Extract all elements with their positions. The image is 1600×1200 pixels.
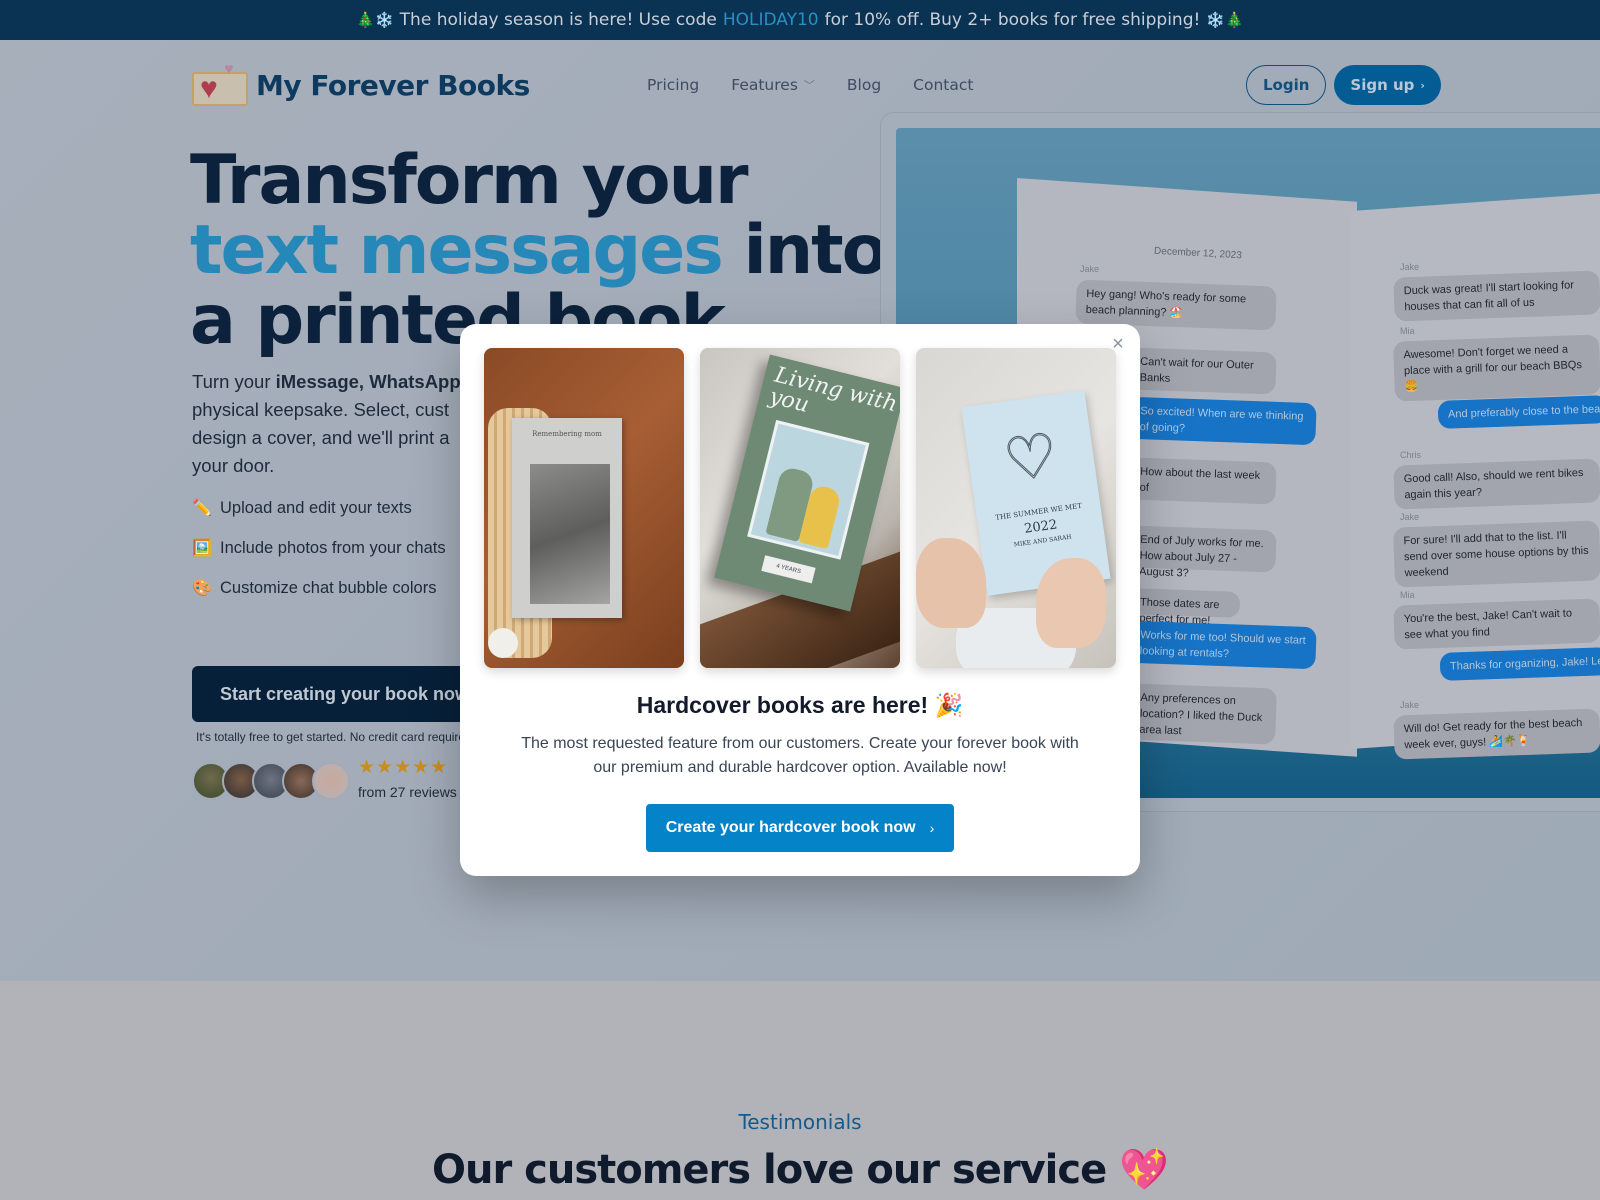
reviews-count: from 27 reviews bbox=[358, 784, 457, 800]
main-nav: Pricing Features ﹀ Blog Contact bbox=[647, 76, 973, 94]
chevron-right-icon: › bbox=[1420, 78, 1425, 92]
chat-bubble-text: Any preferences on location? I liked the… bbox=[1139, 691, 1263, 738]
chat-sender: Chris bbox=[1400, 450, 1422, 460]
feature-label: Upload and edit your texts bbox=[220, 498, 412, 517]
chat-sender: Jake bbox=[1400, 512, 1420, 522]
pencil-icon: ✏️ bbox=[192, 500, 212, 517]
chat-bubble-outgoing: So excited! When are we thinking of goin… bbox=[1129, 396, 1317, 446]
chat-bubble-text: So excited! When are we thinking of goin… bbox=[1139, 405, 1304, 435]
feature-list: ✏️ Upload and edit your texts 🖼️ Include… bbox=[192, 488, 446, 608]
testimonials-label: Testimonials bbox=[738, 1110, 862, 1134]
chat-bubble: Duck was great! I'll start looking for h… bbox=[1393, 270, 1600, 322]
nav-pricing[interactable]: Pricing bbox=[647, 76, 699, 94]
chat-sender: Jake bbox=[1080, 264, 1100, 274]
headline-line-1: Transform your bbox=[190, 141, 749, 220]
feature-label: Customize chat bubble colors bbox=[220, 578, 437, 597]
chat-bubble: How about the last week of bbox=[1129, 457, 1277, 505]
subtitle-line-2: physical keepsake. Select, cust bbox=[192, 399, 450, 420]
feature-label: Include photos from your chats bbox=[220, 538, 446, 557]
chat-bubble: For sure! I'll add that to the list. I'l… bbox=[1393, 520, 1600, 588]
subtitle-start: Turn your bbox=[192, 371, 276, 392]
chat-bubble: Hey gang! Who's ready for some beach pla… bbox=[1075, 279, 1277, 331]
chat-sender: Jake bbox=[1400, 700, 1420, 710]
chat-bubble: Awesome! Don't forget we need a place wi… bbox=[1393, 334, 1600, 402]
book-heart-icon: ♥ ♥ bbox=[192, 62, 248, 108]
chat-bubble-text: How about the last week of bbox=[1139, 465, 1261, 495]
chevron-down-icon: ﹀ bbox=[803, 79, 815, 92]
customer-avatars bbox=[192, 762, 350, 800]
chat-bubble-text: Can't wait for our Outer Banks bbox=[1139, 355, 1254, 385]
subtitle-bold: iMessage, WhatsApp bbox=[275, 371, 461, 392]
chat-bubble-outgoing: Works for me too! Should we start lookin… bbox=[1129, 620, 1317, 670]
feature-item: ✏️ Upload and edit your texts bbox=[192, 488, 446, 528]
signup-label: Sign up bbox=[1350, 76, 1415, 94]
chat-bubble: Those dates are perfect for me! bbox=[1129, 588, 1241, 627]
chat-bubble-outgoing: And preferably close to the beach, I wan… bbox=[1437, 395, 1600, 429]
feature-item: 🎨 Customize chat bubble colors bbox=[192, 568, 446, 608]
create-hardcover-button[interactable]: Create your hardcover book now › bbox=[646, 804, 954, 852]
palette-icon: 🎨 bbox=[192, 580, 212, 597]
subtitle-line-3: design a cover, and we'll print a bbox=[192, 427, 450, 448]
announcement-text: The holiday season is here! Use code bbox=[399, 10, 717, 30]
rating-stars: ★★★★★ bbox=[358, 757, 449, 778]
headline-into: into bbox=[743, 211, 888, 290]
chat-bubble: End of July works for me. How about July… bbox=[1129, 525, 1277, 580]
christmas-tree-snowflake-icon: 🎄❄️ bbox=[356, 11, 394, 29]
chat-bubble: Will do! Get ready for the best beach we… bbox=[1393, 708, 1600, 760]
login-button[interactable]: Login bbox=[1246, 65, 1327, 105]
signup-button[interactable]: Sign up › bbox=[1334, 65, 1441, 105]
book-cover-title: Remembering mom bbox=[532, 430, 602, 438]
testimonials-title: Our customers love our service 💖 bbox=[432, 1147, 1169, 1193]
brand-logo[interactable]: ♥ ♥ My Forever Books bbox=[192, 62, 530, 108]
nav-contact[interactable]: Contact bbox=[913, 76, 973, 94]
create-hardcover-label: Create your hardcover book now bbox=[665, 819, 916, 836]
chat-sender: Mia bbox=[1400, 326, 1415, 336]
subtitle-line-4: your door. bbox=[192, 455, 275, 476]
heart-wreath-icon: ♡ bbox=[999, 420, 1063, 495]
brand-name: My Forever Books bbox=[256, 68, 530, 102]
book-badge: 4 YEARS bbox=[761, 555, 816, 584]
chat-bubble: You're the best, Jake! Can't wait to see… bbox=[1393, 598, 1600, 650]
cta-note: It's totally free to get started. No cre… bbox=[196, 730, 476, 744]
auth-buttons: Login Sign up › bbox=[1246, 65, 1441, 105]
feature-item: 🖼️ Include photos from your chats bbox=[192, 528, 446, 568]
chat-bubble: Good call! Also, should we rent bikes ag… bbox=[1393, 458, 1600, 510]
chat-sender: Mia bbox=[1400, 590, 1415, 600]
chat-bubble-text: Works for me too! Should we start lookin… bbox=[1139, 629, 1306, 661]
nav-features-label: Features bbox=[731, 76, 798, 94]
chat-bubble: Any preferences on location? I liked the… bbox=[1129, 683, 1277, 745]
chevron-right-icon: › bbox=[929, 820, 935, 836]
modal-description: The most requested feature from our cust… bbox=[521, 735, 1079, 776]
announcement-text-after: for 10% off. Buy 2+ books for free shipp… bbox=[824, 10, 1201, 30]
chat-bubble-outgoing: Thanks for organizing, Jake! Let me know… bbox=[1439, 647, 1600, 681]
picture-icon: 🖼️ bbox=[192, 540, 212, 557]
headline-accent: text messages bbox=[190, 211, 724, 290]
nav-blog[interactable]: Blog bbox=[847, 76, 881, 94]
chat-sender: Jake bbox=[1400, 262, 1420, 272]
book-photo-living-with-you: Living with you 4 YEARS bbox=[700, 348, 900, 668]
modal-title: Hardcover books are here! 🎉 bbox=[636, 692, 964, 718]
nav-features[interactable]: Features ﹀ bbox=[731, 76, 815, 94]
announcement-bar: 🎄❄️ The holiday season is here! Use code… bbox=[0, 0, 1600, 40]
snowflake-christmas-tree-icon: ❄️🎄 bbox=[1206, 11, 1244, 29]
promo-code: HOLIDAY10 bbox=[722, 10, 819, 30]
avatar bbox=[312, 762, 350, 800]
book-photo-summer-we-met: ♡ THE SUMMER WE MET 2022 MIKE AND SARAH bbox=[916, 348, 1116, 668]
chat-bubble: Can't wait for our Outer Banks bbox=[1129, 347, 1277, 395]
hardcover-announcement-modal: × Remembering mom Living with you 4 YEAR… bbox=[460, 324, 1140, 876]
book-photo-remembering-mom: Remembering mom bbox=[484, 348, 684, 668]
